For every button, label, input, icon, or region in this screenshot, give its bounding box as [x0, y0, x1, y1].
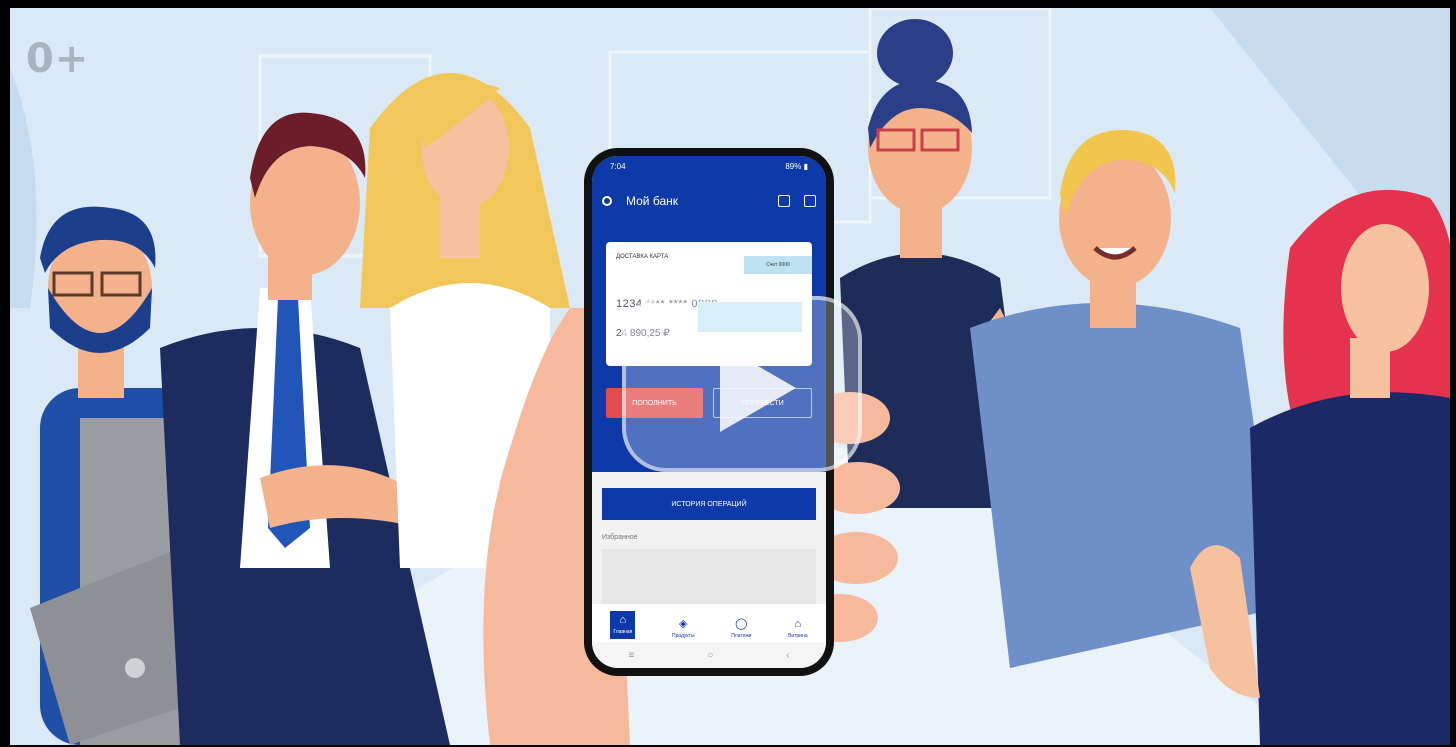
status-battery: 89% ▮ — [785, 161, 808, 171]
calendar-icon[interactable] — [778, 195, 790, 207]
gear-icon[interactable] — [602, 196, 612, 206]
nav-item-products[interactable]: ◈ Продукты — [671, 618, 695, 640]
age-rating-badge: 0+ — [26, 36, 90, 82]
menu-icon[interactable]: ≡ — [628, 650, 634, 661]
android-nav-bar: ≡ ○ ‹ — [592, 642, 826, 668]
nav-label: Продукты — [671, 633, 695, 639]
nav-label: Витрина — [788, 633, 808, 639]
video-frame[interactable]: 0+ 7:04 89% ▮ Мой банк ДОСТАВКА КАРТА Сч… — [10, 8, 1450, 745]
status-bar: 7:04 89% ▮ — [592, 156, 826, 176]
account-badge: Счет 0000 — [744, 256, 812, 274]
nav-item-home[interactable]: ⌂ Главная — [610, 611, 636, 639]
play-button[interactable] — [622, 296, 862, 472]
home-circle-icon[interactable]: ○ — [707, 650, 713, 661]
qr-icon[interactable] — [804, 195, 816, 207]
app-header: Мой банк — [592, 176, 826, 226]
nav-item-showcase[interactable]: ⌂ Витрина — [788, 618, 808, 640]
play-icon — [720, 344, 796, 432]
back-icon[interactable]: ‹ — [786, 650, 789, 661]
bottom-navigation: ⌂ Главная ◈ Продукты ◯ Платежи ⌂ Витрина — [592, 604, 826, 642]
history-button[interactable]: ИСТОРИЯ ОПЕРАЦИЙ — [602, 488, 816, 520]
nav-item-payments[interactable]: ◯ Платежи — [731, 618, 752, 640]
nav-label: Платежи — [731, 633, 752, 639]
payments-icon: ◯ — [735, 618, 748, 630]
home-icon: ⌂ — [619, 614, 627, 626]
status-time: 7:04 — [610, 161, 626, 171]
nav-label: Главная — [613, 629, 633, 635]
cube-icon: ◈ — [679, 618, 688, 630]
bag-icon: ⌂ — [794, 618, 802, 630]
app-title: Мой банк — [626, 194, 678, 208]
favorites-label: Избранное — [602, 534, 638, 541]
